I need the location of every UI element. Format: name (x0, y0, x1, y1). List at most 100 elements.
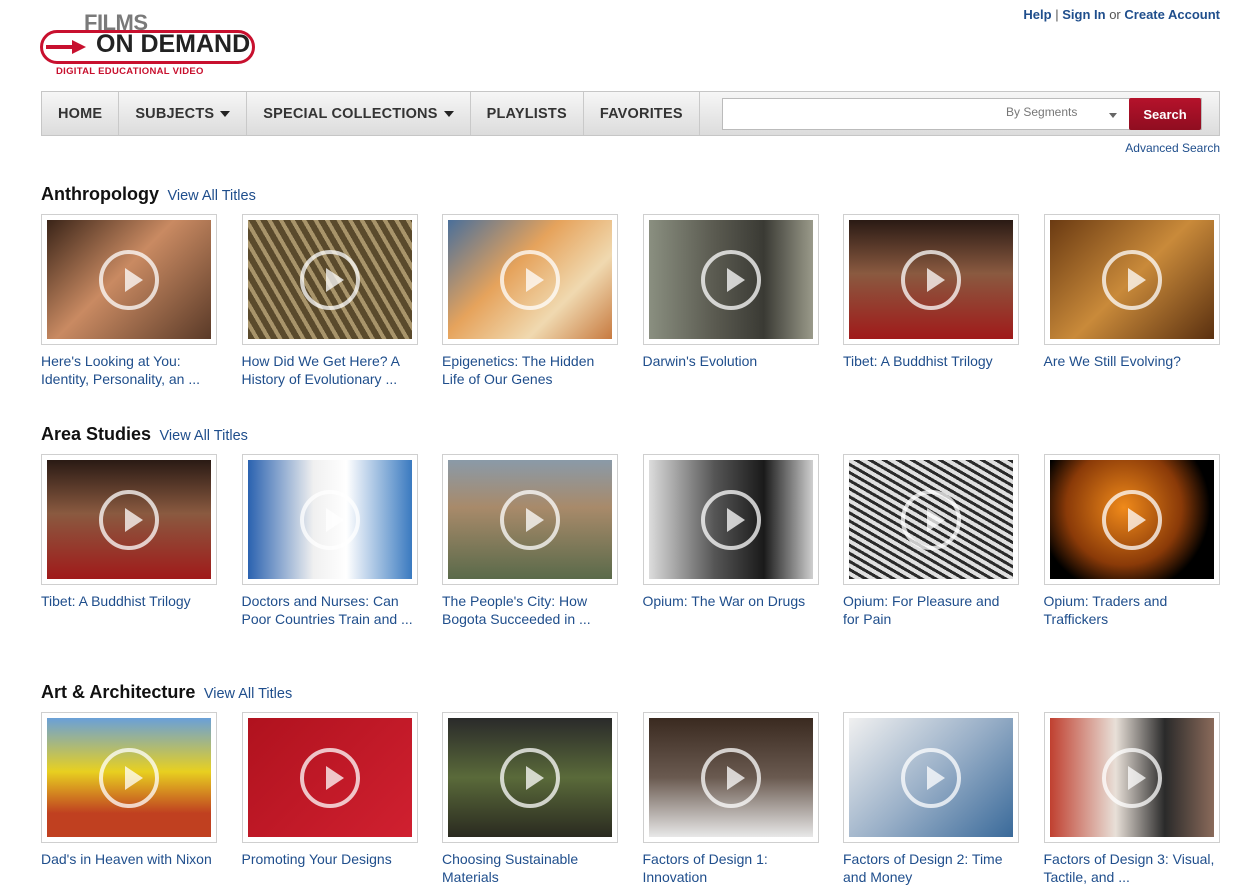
play-icon[interactable] (700, 747, 761, 808)
video-card[interactable]: Factors of Design 1: Innovation (642, 712, 819, 886)
chevron-down-icon[interactable] (1109, 113, 1117, 118)
video-title-link[interactable]: Epigenetics: The Hidden Life of Our Gene… (442, 352, 618, 388)
play-icon[interactable] (901, 747, 961, 808)
thumbnail-image (47, 220, 211, 339)
nav-subjects[interactable]: SUBJECTS (119, 92, 248, 135)
play-icon[interactable] (299, 489, 360, 550)
video-thumbnail[interactable] (1043, 454, 1220, 585)
nav-subjects-label: SUBJECTS (135, 105, 215, 122)
view-all-titles-link[interactable]: View All Titles (167, 188, 255, 204)
video-card[interactable]: Factors of Design 2: Time and Money (843, 712, 1019, 886)
logo-tagline: DIGITAL EDUCATIONAL VIDEO (56, 66, 204, 77)
video-card[interactable]: Opium: The War on Drugs (642, 454, 819, 628)
video-title-link[interactable]: Here's Looking at You: Identity, Persona… (41, 352, 217, 388)
video-title-link[interactable]: Darwin's Evolution (643, 352, 819, 370)
video-card[interactable]: Here's Looking at You: Identity, Persona… (41, 214, 217, 388)
video-title-link[interactable]: Tibet: A Buddhist Trilogy (41, 592, 217, 610)
create-account-link[interactable]: Create Account (1124, 7, 1220, 22)
video-title-link[interactable]: Factors of Design 3: Visual, Tactile, an… (1044, 850, 1220, 886)
play-icon[interactable] (700, 489, 761, 550)
nav-home[interactable]: HOME (42, 92, 120, 135)
video-card[interactable]: Opium: Traders and Traffickers (1043, 454, 1220, 628)
view-all-titles-link[interactable]: View All Titles (204, 686, 292, 702)
play-icon[interactable] (901, 249, 961, 310)
video-thumbnail[interactable] (41, 454, 217, 585)
video-thumbnail[interactable] (642, 454, 819, 585)
video-thumbnail[interactable] (41, 214, 217, 345)
video-card[interactable]: Tibet: A Buddhist Trilogy (41, 454, 217, 628)
video-thumbnail[interactable] (41, 712, 217, 843)
caret-down-icon (443, 110, 454, 117)
video-card[interactable]: Tibet: A Buddhist Trilogy (843, 214, 1019, 388)
thumbnail-image (1049, 220, 1214, 339)
site-logo[interactable]: FILMS ON DEMAND DIGITAL EDUCATIONAL VIDE… (40, 10, 260, 80)
play-icon[interactable] (500, 747, 560, 808)
video-thumbnail[interactable] (442, 712, 618, 843)
video-thumbnail[interactable] (843, 214, 1019, 345)
nav-playlists[interactable]: PLAYLISTS (471, 92, 584, 135)
video-title-link[interactable]: Choosing Sustainable Materials (442, 850, 618, 886)
video-card[interactable]: Are We Still Evolving? (1043, 214, 1220, 388)
play-icon[interactable] (99, 489, 159, 550)
title-row: Here's Looking at You: Identity, Persona… (41, 214, 1244, 388)
video-title-link[interactable]: How Did We Get Here? A History of Evolut… (242, 352, 418, 388)
video-title-link[interactable]: Doctors and Nurses: Can Poor Countries T… (242, 592, 418, 628)
video-title-link[interactable]: Opium: For Pleasure and for Pain (843, 592, 1019, 628)
video-title-link[interactable]: Are We Still Evolving? (1044, 352, 1220, 370)
thumbnail-image (849, 220, 1013, 339)
video-title-link[interactable]: Factors of Design 1: Innovation (643, 850, 819, 886)
video-thumbnail[interactable] (642, 712, 819, 843)
play-icon[interactable] (99, 249, 159, 310)
video-thumbnail[interactable] (1043, 712, 1220, 843)
video-title-link[interactable]: Opium: Traders and Traffickers (1044, 592, 1220, 628)
play-icon[interactable] (500, 249, 560, 310)
video-thumbnail[interactable] (843, 454, 1019, 585)
video-thumbnail[interactable] (241, 712, 418, 843)
video-card[interactable]: Epigenetics: The Hidden Life of Our Gene… (442, 214, 618, 388)
play-icon[interactable] (299, 249, 360, 310)
sign-in-link[interactable]: Sign In (1062, 7, 1105, 22)
video-title-link[interactable]: Opium: The War on Drugs (643, 592, 819, 610)
search-button[interactable]: Search (1129, 98, 1201, 130)
nav-special-collections[interactable]: SPECIAL COLLECTIONS (247, 92, 471, 135)
video-thumbnail[interactable] (642, 214, 819, 345)
play-icon[interactable] (1101, 249, 1162, 310)
video-title-link[interactable]: Promoting Your Designs (242, 850, 418, 868)
play-icon[interactable] (500, 489, 560, 550)
video-thumbnail[interactable] (241, 214, 418, 345)
help-link[interactable]: Help (1023, 7, 1051, 22)
section-title: Anthropology (41, 184, 159, 204)
play-icon[interactable] (700, 249, 761, 310)
video-thumbnail[interactable] (1043, 214, 1220, 345)
video-card[interactable]: Dad's in Heaven with Nixon (41, 712, 217, 886)
video-title-link[interactable]: Dad's in Heaven with Nixon (41, 850, 217, 868)
video-title-link[interactable]: Factors of Design 2: Time and Money (843, 850, 1019, 886)
video-card[interactable]: Darwin's Evolution (642, 214, 819, 388)
video-thumbnail[interactable] (442, 454, 618, 585)
video-thumbnail[interactable] (843, 712, 1019, 843)
video-card[interactable]: Doctors and Nurses: Can Poor Countries T… (241, 454, 418, 628)
nav-favorites[interactable]: FAVORITES (584, 92, 700, 135)
arrow-icon (46, 40, 86, 54)
video-card[interactable]: The People's City: How Bogota Succeeded … (442, 454, 618, 628)
video-title-link[interactable]: Tibet: A Buddhist Trilogy (843, 352, 1019, 370)
video-card[interactable]: How Did We Get Here? A History of Evolut… (241, 214, 418, 388)
search-input[interactable] (723, 99, 1003, 129)
account-links: Help | Sign In or Create Account (1023, 7, 1220, 22)
advanced-search-link[interactable]: Advanced Search (1125, 141, 1220, 155)
video-card[interactable]: Opium: For Pleasure and for Pain (843, 454, 1019, 628)
video-thumbnail[interactable] (442, 214, 618, 345)
play-icon[interactable] (1101, 489, 1162, 550)
video-card[interactable]: Promoting Your Designs (241, 712, 418, 886)
play-icon[interactable] (1101, 747, 1162, 808)
play-icon[interactable] (901, 489, 961, 550)
video-card[interactable]: Choosing Sustainable Materials (442, 712, 618, 886)
video-card[interactable]: Factors of Design 3: Visual, Tactile, an… (1043, 712, 1220, 886)
play-icon[interactable] (299, 747, 360, 808)
video-title-link[interactable]: The People's City: How Bogota Succeeded … (442, 592, 618, 628)
play-icon[interactable] (99, 747, 159, 808)
view-all-titles-link[interactable]: View All Titles (160, 428, 248, 444)
video-thumbnail[interactable] (241, 454, 418, 585)
search-scope-select[interactable]: By Segments (1006, 105, 1077, 119)
search-box: By Segments Search (722, 98, 1202, 130)
